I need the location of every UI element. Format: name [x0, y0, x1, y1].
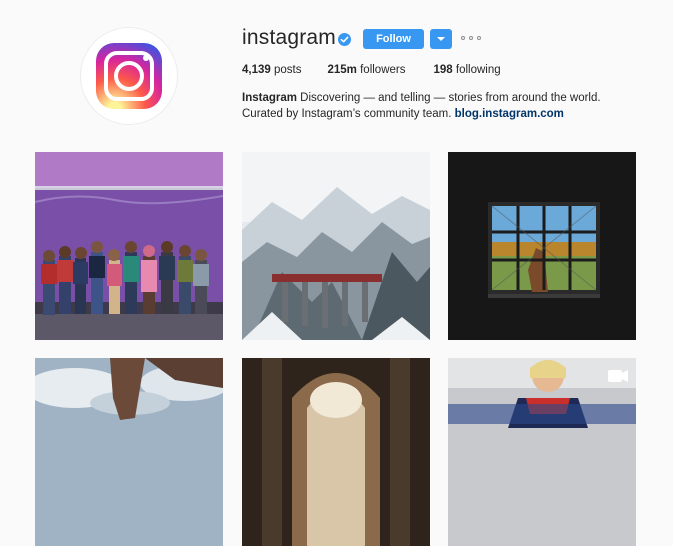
post-thumbnail[interactable]: [35, 358, 223, 546]
instagram-logo-icon: [96, 43, 162, 109]
video-icon: [608, 370, 628, 382]
profile-avatar[interactable]: [80, 27, 178, 125]
post-thumbnail[interactable]: [35, 152, 223, 340]
chevron-down-icon[interactable]: [430, 29, 452, 49]
profile-stats: 4,139 posts 215m followers 198 following: [242, 64, 527, 76]
post-thumbnail[interactable]: [448, 358, 636, 546]
post-thumbnail[interactable]: [448, 152, 636, 340]
followers-link[interactable]: 215m followers: [327, 64, 405, 76]
post-thumbnail[interactable]: [242, 152, 430, 340]
profile-bio: Instagram Discovering — and telling — st…: [242, 90, 642, 122]
bio-link[interactable]: blog.instagram.com: [455, 108, 564, 120]
profile-username: instagram: [242, 26, 337, 49]
follow-button[interactable]: Follow: [363, 29, 424, 49]
post-thumbnail[interactable]: [242, 358, 430, 546]
verified-badge-icon: [338, 33, 351, 46]
bio-name: Instagram: [242, 92, 297, 104]
posts-count: 4,139 posts: [242, 64, 302, 76]
more-options-icon[interactable]: [461, 36, 481, 42]
following-link[interactable]: 198 following: [434, 64, 501, 76]
